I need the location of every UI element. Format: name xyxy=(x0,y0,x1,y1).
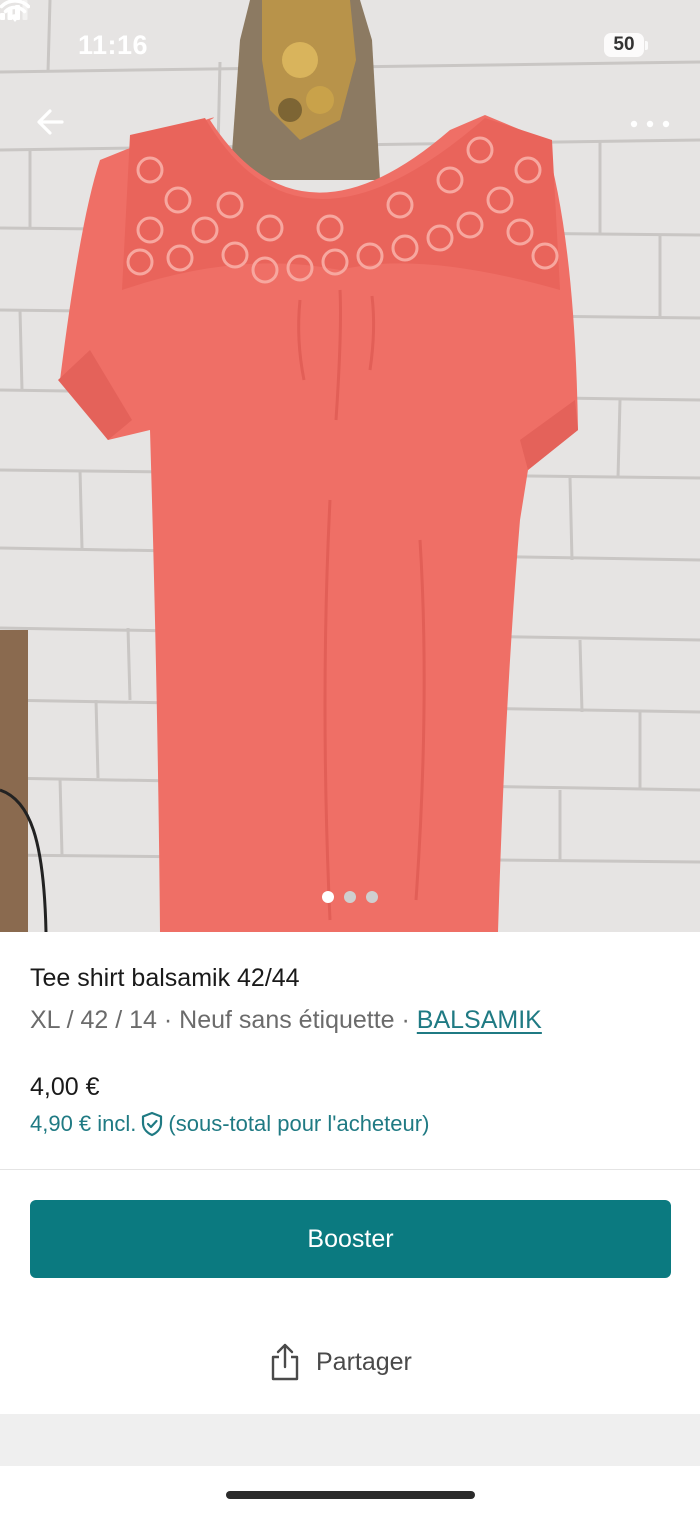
price-including-protection: 4,90 € incl. (sous-total pour l'acheteur… xyxy=(30,1111,429,1137)
share-button[interactable]: Partager xyxy=(268,1340,412,1384)
wifi-icon xyxy=(0,0,30,22)
brand-link[interactable]: BALSAMIK xyxy=(417,1006,542,1034)
buyer-subtotal-note: (sous-total pour l'acheteur) xyxy=(168,1111,430,1136)
share-icon xyxy=(271,1343,299,1381)
battery-icon: 50 xyxy=(604,33,648,59)
more-horizontal-icon xyxy=(630,120,670,128)
item-details-text: XL / 42 / 14 · Neuf sans étiquette · xyxy=(30,1006,417,1034)
booster-button[interactable]: Booster xyxy=(30,1200,671,1278)
share-label: Partager xyxy=(316,1347,412,1376)
item-title: Tee shirt balsamik 42/44 xyxy=(30,964,300,992)
battery-level: 50 xyxy=(613,34,635,55)
item-details: XL / 42 / 14 · Neuf sans étiquette · BAL… xyxy=(30,1006,542,1035)
item-price: 4,00 € xyxy=(30,1073,100,1101)
pagination-dot-2[interactable] xyxy=(344,891,356,903)
back-button[interactable] xyxy=(28,100,74,146)
price-incl-text: 4,90 € incl. xyxy=(30,1111,137,1136)
gallery-pagination xyxy=(0,891,700,903)
pagination-dot-3[interactable] xyxy=(366,891,378,903)
arrow-left-icon xyxy=(37,109,64,135)
product-photo[interactable]: 11:16 50 xyxy=(0,0,700,932)
status-time: 11:16 xyxy=(78,30,149,60)
status-bar: 11:16 50 xyxy=(0,0,700,92)
shield-check-icon[interactable] xyxy=(140,1111,164,1137)
product-image xyxy=(0,0,700,932)
bottom-spacer xyxy=(0,1414,700,1466)
home-indicator[interactable] xyxy=(226,1491,475,1499)
section-divider xyxy=(0,1169,700,1170)
pagination-dot-1[interactable] xyxy=(322,891,334,903)
more-options-button[interactable] xyxy=(624,100,680,146)
